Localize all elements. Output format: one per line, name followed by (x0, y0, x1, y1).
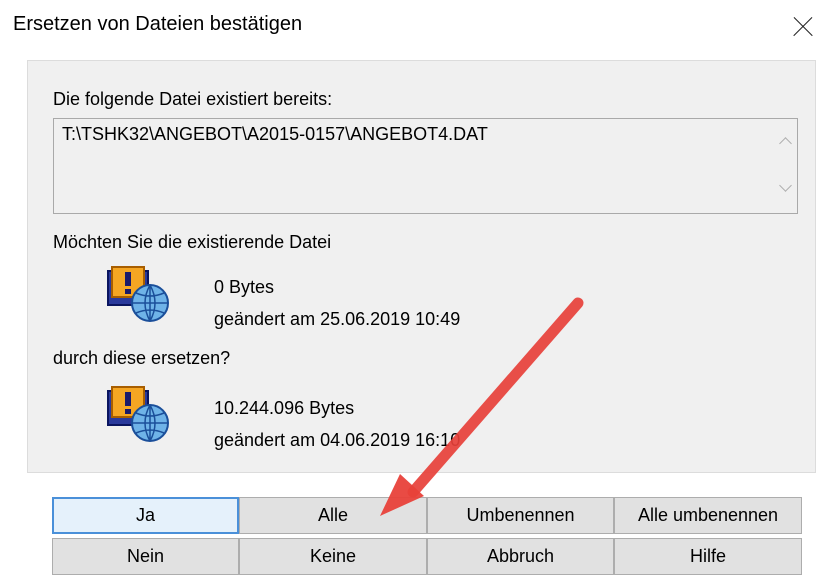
rename-all-button[interactable]: Alle umbenennen (614, 497, 802, 534)
path-box: T:\TSHK32\ANGEBOT\A2015-0157\ANGEBOT4.DA… (53, 118, 798, 214)
file-warning-globe-icon (107, 386, 169, 442)
replace-label: durch diese ersetzen? (53, 348, 231, 368)
none-button[interactable]: Keine (239, 538, 427, 575)
chevron-down-icon[interactable] (776, 181, 796, 199)
existing-file-modified: geändert am 25.06.2019 10:49 (214, 309, 461, 329)
chevron-up-icon[interactable] (776, 133, 796, 151)
file-warning-globe-icon (107, 266, 169, 322)
question-label: Möchten Sie die existierende Datei (53, 232, 332, 252)
yes-button[interactable]: Ja (52, 497, 239, 534)
exists-label: Die folgende Datei existiert bereits: (53, 89, 333, 109)
rename-button[interactable]: Umbenennen (427, 497, 614, 534)
new-file-size: 10.244.096 Bytes (214, 398, 355, 418)
existing-file-size: 0 Bytes (214, 277, 275, 297)
new-file-modified: geändert am 04.06.2019 16:10 (214, 430, 461, 450)
file-path: T:\TSHK32\ANGEBOT\A2015-0157\ANGEBOT4.DA… (62, 124, 488, 144)
no-button[interactable]: Nein (52, 538, 239, 575)
help-button[interactable]: Hilfe (614, 538, 802, 575)
cancel-button[interactable]: Abbruch (427, 538, 614, 575)
dialog-title: Ersetzen von Dateien bestätigen (13, 13, 303, 35)
close-icon[interactable] (787, 12, 817, 42)
title-bar: Ersetzen von Dateien bestätigen (0, 0, 826, 52)
all-button[interactable]: Alle (239, 497, 427, 534)
